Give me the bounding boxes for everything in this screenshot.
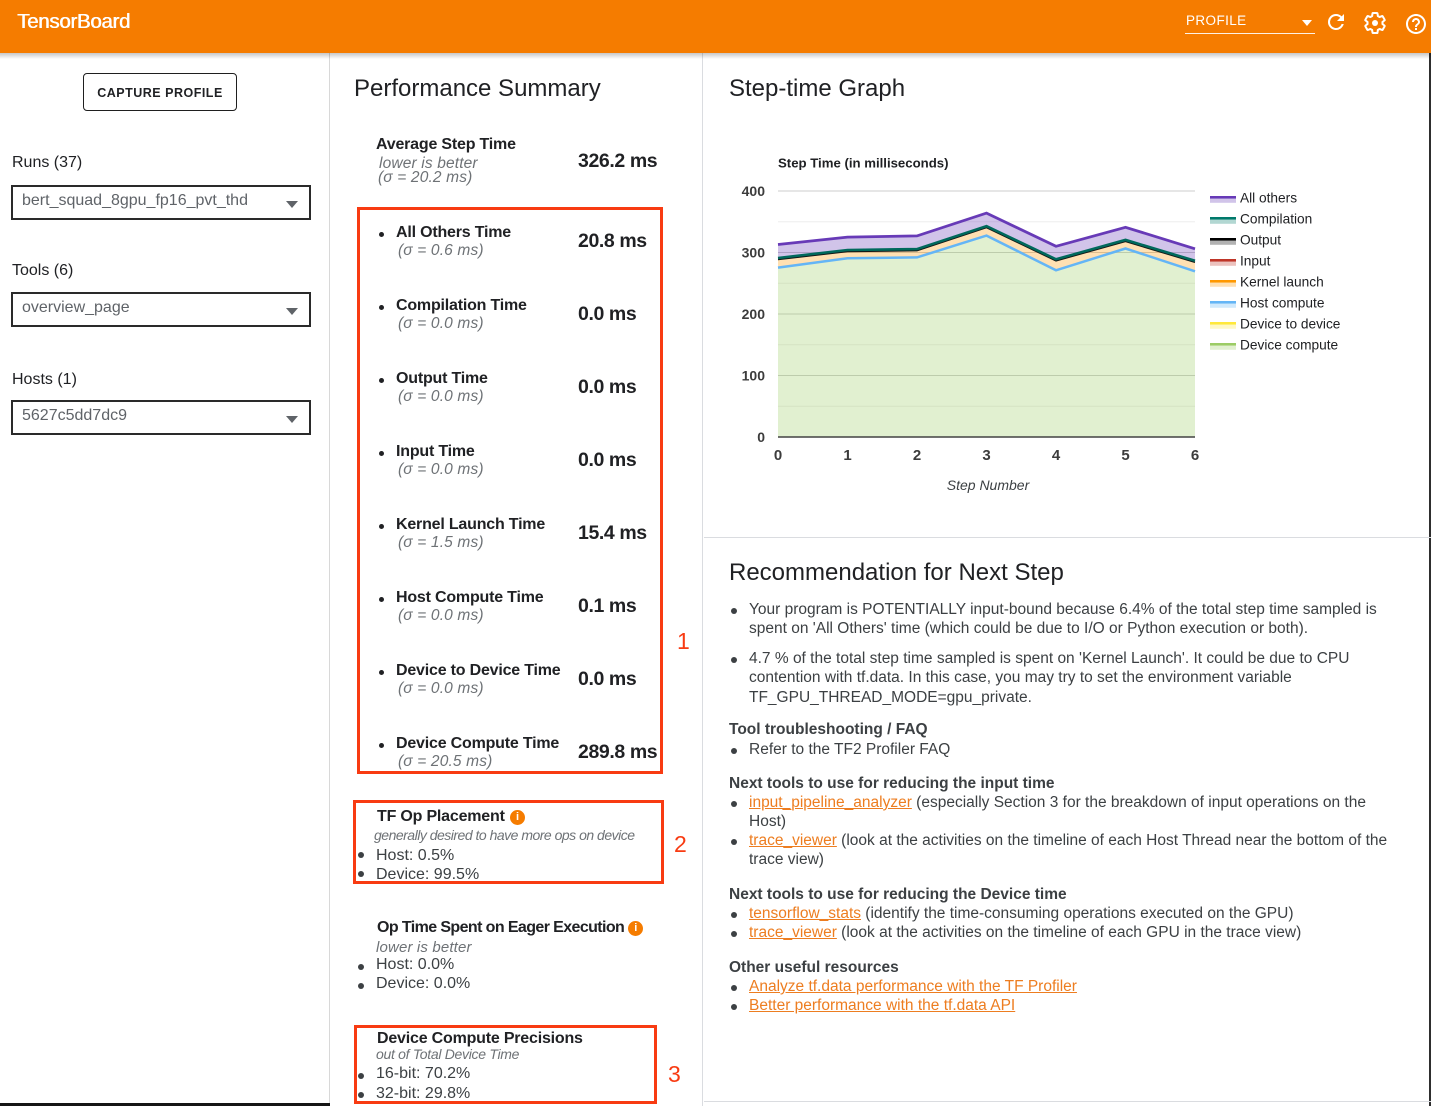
svg-text:Host compute: Host compute <box>1240 295 1324 310</box>
svg-text:400: 400 <box>742 183 766 199</box>
svg-text:5: 5 <box>1121 447 1129 464</box>
svg-text:3: 3 <box>982 447 990 464</box>
svg-text:Device compute: Device compute <box>1240 337 1338 352</box>
svg-text:6: 6 <box>1191 447 1199 464</box>
svg-text:0: 0 <box>757 429 765 445</box>
svg-text:All others: All others <box>1240 190 1297 205</box>
svg-text:Kernel launch: Kernel launch <box>1240 274 1324 289</box>
svg-text:Device to device: Device to device <box>1240 316 1340 331</box>
svg-text:Step Number: Step Number <box>947 477 1031 493</box>
svg-text:0: 0 <box>774 447 782 464</box>
svg-text:Compilation: Compilation <box>1240 211 1312 226</box>
svg-text:100: 100 <box>742 368 766 384</box>
svg-text:300: 300 <box>742 245 766 261</box>
svg-text:1: 1 <box>843 447 851 464</box>
svg-text:Input: Input <box>1240 253 1271 268</box>
svg-text:4: 4 <box>1052 447 1061 464</box>
svg-text:Step Time (in milliseconds): Step Time (in milliseconds) <box>778 156 949 171</box>
svg-text:Output: Output <box>1240 232 1281 247</box>
svg-text:200: 200 <box>742 306 766 322</box>
svg-text:2: 2 <box>913 447 921 464</box>
